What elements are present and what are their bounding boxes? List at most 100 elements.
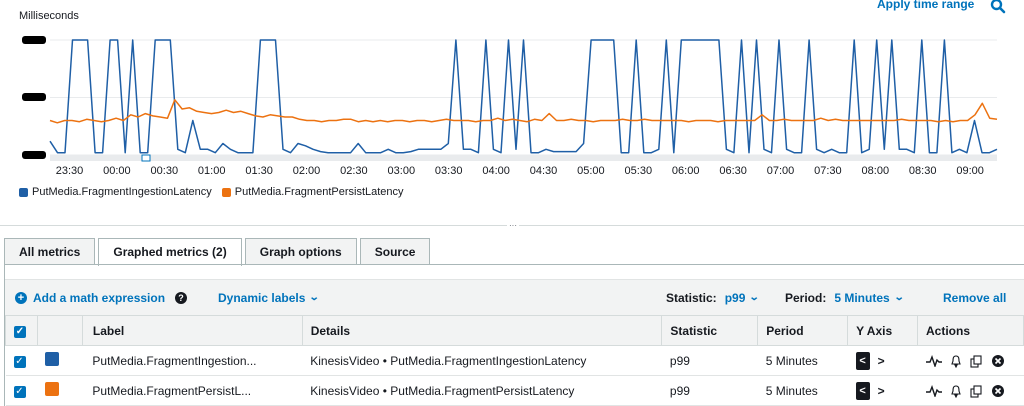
x-tick-label: 01:30	[245, 165, 273, 177]
row-select-cell: ✓	[5, 345, 38, 376]
select-all-checkbox[interactable]: ✓	[14, 326, 26, 338]
redacted-y-tick	[22, 93, 46, 101]
add-math-expression-button[interactable]: + Add a math expression ?	[15, 290, 188, 305]
help-icon[interactable]: ?	[175, 291, 188, 304]
tab-all-metrics[interactable]: All metrics	[4, 238, 96, 265]
x-tick-label: 07:30	[814, 165, 842, 177]
x-tick-label: 07:00	[767, 165, 795, 177]
row-actions	[917, 345, 1024, 376]
metric-graph[interactable]: Milliseconds Apply time range 23:30 00:00…	[0, 0, 1024, 215]
dynamic-labels-dropdown[interactable]: Dynamic labels ⌄	[218, 290, 321, 305]
x-tick-label: 05:30	[625, 165, 653, 177]
panel-resize-handle[interactable]: ···	[0, 222, 1024, 230]
row-color-cell	[37, 345, 83, 376]
row-y-axis: < >	[847, 375, 918, 406]
row-details: KinesisVideo • PutMedia.FragmentPersistL…	[302, 375, 662, 406]
series-color-swatch[interactable]	[45, 382, 60, 396]
y-axis-right-button[interactable]: >	[878, 384, 885, 398]
statistic-label: Statistic:	[666, 290, 717, 305]
x-tick-label: 02:30	[340, 165, 368, 177]
details-header[interactable]: Details	[301, 315, 663, 346]
row-checkbox[interactable]: ✓	[13, 356, 26, 368]
metrics-toolbar: + Add a math expression ? Dynamic labels…	[5, 279, 1024, 315]
x-tick-label: 03:00	[388, 165, 416, 177]
y-axis-left-button[interactable]: <	[855, 381, 870, 400]
series-line-ingestion	[49, 39, 998, 154]
row-namespace: KinesisVideo	[310, 353, 380, 368]
line-chart[interactable]: 23:30 00:00 00:30 01:00 01:30 02:00 02:30 03:00…	[0, 0, 1024, 180]
x-tick-label: 01:00	[198, 165, 226, 177]
period-control: Period: 5 Minutes ⌄	[785, 290, 905, 305]
row-metric-name: PutMedia.FragmentIngestionLatency	[390, 353, 587, 368]
tab-source[interactable]: Source	[359, 238, 431, 265]
x-axis-handle-icon	[141, 154, 151, 162]
redacted-y-tick	[22, 36, 46, 44]
statistic-header[interactable]: Statistic	[661, 315, 759, 346]
row-statistic[interactable]: p99	[661, 345, 758, 376]
legend-item-persist[interactable]: PutMedia.FragmentPersistLatency	[221, 186, 404, 198]
remove-icon[interactable]	[991, 385, 1004, 398]
period-label: Period:	[785, 290, 827, 305]
row-y-axis: < >	[847, 345, 918, 376]
y-axis-right-button[interactable]: >	[878, 354, 885, 368]
tab-graph-options[interactable]: Graph options	[244, 238, 357, 265]
row-period[interactable]: 5 Minutes	[757, 345, 848, 376]
graph-icon[interactable]	[925, 385, 942, 398]
x-tick-label: 03:30	[435, 165, 463, 177]
remove-all-button[interactable]: Remove all	[943, 291, 1006, 305]
row-statistic[interactable]: p99	[661, 375, 758, 406]
period-dropdown[interactable]: 5 Minutes ⌄	[834, 290, 905, 305]
table-header-row: ✓ Label Details Statistic Period Y Axis …	[5, 315, 1024, 346]
row-label[interactable]: PutMedia.FragmentPersistL...	[82, 375, 303, 406]
bell-icon[interactable]	[950, 355, 962, 368]
x-tick-label: 06:30	[719, 165, 747, 177]
chevron-down-icon: ⌄	[309, 292, 321, 303]
row-select-cell: ✓	[5, 375, 38, 406]
row-actions	[917, 375, 1024, 406]
x-tick-label: 00:00	[103, 165, 131, 177]
x-tick-label: 05:00	[577, 165, 605, 177]
chevron-down-icon: ⌄	[893, 292, 905, 303]
grip-icon[interactable]: ···	[507, 222, 519, 230]
y-axis-left-button[interactable]: <	[855, 351, 870, 370]
legend: PutMedia.FragmentIngestionLatency PutMed…	[19, 186, 414, 198]
period-header[interactable]: Period	[757, 315, 849, 346]
x-tick-label: 06:00	[672, 165, 700, 177]
bell-icon[interactable]	[950, 385, 962, 398]
x-tick-label: 04:00	[482, 165, 510, 177]
row-namespace: KinesisVideo	[310, 383, 380, 398]
select-all-cell: ✓	[5, 315, 38, 346]
add-math-expression-label: Add a math expression	[33, 290, 166, 305]
duplicate-icon[interactable]	[970, 355, 983, 368]
row-color-cell	[37, 375, 83, 406]
x-tick-label: 08:00	[862, 165, 890, 177]
y-axis-header: Y Axis	[847, 315, 918, 346]
statistic-dropdown[interactable]: p99 ⌄	[724, 290, 760, 305]
label-header[interactable]: Label	[81, 315, 303, 346]
statistic-value: p99	[724, 290, 746, 305]
series-line-persist	[49, 99, 998, 124]
redacted-y-tick	[22, 151, 46, 159]
dynamic-labels-label: Dynamic labels	[218, 290, 306, 305]
row-label[interactable]: PutMedia.FragmentIngestion...	[82, 345, 303, 376]
color-header	[36, 315, 83, 346]
series-color-swatch[interactable]	[45, 352, 60, 366]
period-value: 5 Minutes	[834, 290, 890, 305]
x-axis-band	[50, 155, 997, 161]
remove-icon[interactable]	[991, 355, 1004, 368]
table-row: ✓ PutMedia.FragmentPersistL... KinesisVi…	[5, 375, 1024, 406]
legend-item-ingestion[interactable]: PutMedia.FragmentIngestionLatency	[19, 186, 212, 198]
x-tick-label: 09:00	[956, 165, 984, 177]
legend-label: PutMedia.FragmentIngestionLatency	[32, 186, 212, 198]
statistic-control: Statistic: p99 ⌄	[666, 290, 760, 305]
row-period[interactable]: 5 Minutes	[757, 375, 848, 406]
legend-label: PutMedia.FragmentPersistLatency	[234, 186, 404, 198]
tab-graphed-metrics[interactable]: Graphed metrics (2)	[98, 238, 242, 266]
x-tick-label: 23:30	[56, 165, 84, 177]
legend-swatch	[19, 187, 28, 197]
duplicate-icon[interactable]	[970, 385, 983, 398]
table-row: ✓ PutMedia.FragmentIngestion... KinesisV…	[5, 345, 1024, 376]
row-checkbox[interactable]: ✓	[13, 386, 26, 398]
x-tick-label: 02:00	[293, 165, 321, 177]
graph-icon[interactable]	[925, 355, 942, 368]
